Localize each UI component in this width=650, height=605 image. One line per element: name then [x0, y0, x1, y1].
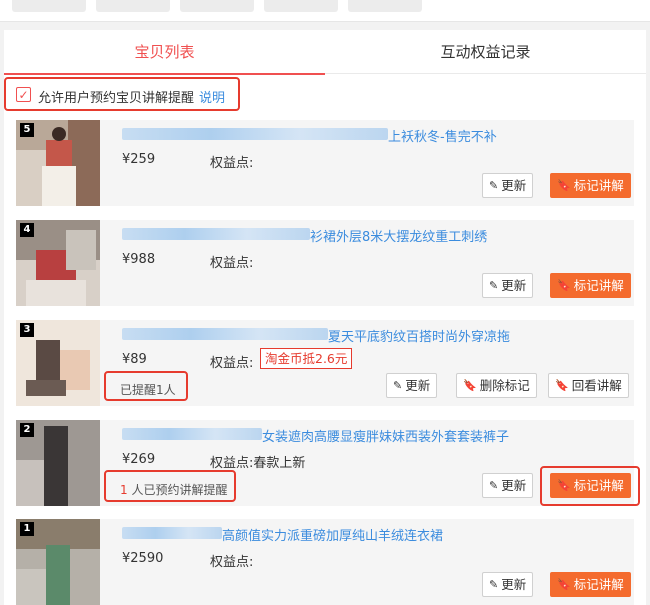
- update-button[interactable]: ✎ 更新: [482, 173, 534, 198]
- product-price: ¥988: [122, 252, 156, 267]
- tab-bar: 宝贝列表 互动权益记录: [4, 30, 646, 75]
- delete-mark-button[interactable]: 🔖 删除标记: [456, 373, 537, 398]
- allow-reminder-highlight: ✓ 允许用户预约宝贝讲解提醒 说明: [4, 77, 240, 111]
- product-item: 5 上袄秋冬-售完不补 ¥259 权益点: ✎ 更新 🔖 标记讲解: [16, 120, 634, 206]
- bookmark-icon: 🔖: [557, 578, 571, 591]
- tab-product-list[interactable]: 宝贝列表: [4, 30, 325, 75]
- rank-badge: 5: [20, 123, 34, 137]
- mark-explain-highlight: [540, 466, 640, 506]
- rights-badge: 淘金币抵2.6元: [260, 348, 353, 369]
- blurred-title-prefix: [122, 228, 310, 240]
- allow-reminder-label: 允许用户预约宝贝讲解提醒: [38, 91, 195, 106]
- replay-explain-button[interactable]: 🔖 回看讲解: [548, 373, 629, 398]
- product-price: ¥259: [122, 152, 156, 167]
- toolbar-tab-stub[interactable]: [348, 0, 422, 12]
- rights-label: 权益点:: [210, 256, 254, 271]
- rights-label: 权益点:春款上新: [210, 456, 306, 471]
- checkmark-icon: ✓: [18, 87, 29, 102]
- product-title[interactable]: 高颜值实力派重磅加厚纯山羊绒连衣裙: [222, 525, 443, 544]
- help-link[interactable]: 说明: [199, 87, 225, 106]
- toolbar-tab-stub[interactable]: [96, 0, 170, 12]
- top-toolbar-strip: [0, 0, 650, 22]
- rights-label: 权益点:: [210, 156, 254, 171]
- product-thumbnail[interactable]: 3: [16, 320, 100, 406]
- product-price: ¥89: [122, 352, 147, 367]
- bookmark-icon: 🔖: [463, 379, 477, 392]
- product-item: 4 衫裙外层8米大摆龙纹重工刺绣 ¥988 权益点: ✎ 更新 🔖 标记讲解: [16, 220, 634, 306]
- rank-badge: 3: [20, 323, 34, 337]
- rights-label: 权益点:: [210, 356, 254, 371]
- mark-explain-button[interactable]: 🔖 标记讲解: [550, 572, 631, 597]
- update-button[interactable]: ✎ 更新: [482, 273, 534, 298]
- toolbar-tab-stub[interactable]: [264, 0, 338, 12]
- bookmark-icon: 🔖: [557, 279, 571, 292]
- product-title[interactable]: 上袄秋冬-售完不补: [388, 126, 497, 145]
- bookmark-icon: 🔖: [555, 379, 569, 392]
- edit-icon: ✎: [489, 479, 499, 492]
- blurred-title-prefix: [122, 527, 222, 539]
- blurred-title-prefix: [122, 428, 262, 440]
- product-thumbnail[interactable]: 4: [16, 220, 100, 306]
- product-item: 1 高颜值实力派重磅加厚纯山羊绒连衣裙 ¥2590 权益点: ✎ 更新 🔖 标记讲解: [16, 519, 634, 605]
- reminded-count-highlight: [104, 371, 188, 401]
- product-price: ¥269: [122, 452, 156, 467]
- update-button[interactable]: ✎ 更新: [482, 572, 534, 597]
- product-thumbnail[interactable]: 5: [16, 120, 100, 206]
- rank-badge: 4: [20, 223, 34, 237]
- edit-icon: ✎: [489, 578, 499, 591]
- toolbar-tab-stub[interactable]: [180, 0, 254, 12]
- blurred-title-prefix: [122, 128, 388, 140]
- update-button[interactable]: ✎ 更新: [386, 373, 438, 398]
- mark-explain-button[interactable]: 🔖 标记讲解: [550, 273, 631, 298]
- rank-badge: 2: [20, 423, 34, 437]
- product-list-panel: 宝贝列表 互动权益记录 ✓ 允许用户预约宝贝讲解提醒 说明 5 上袄秋冬-售完不…: [4, 30, 646, 605]
- edit-icon: ✎: [489, 179, 499, 192]
- product-title[interactable]: 女装遮肉高腰显瘦胖妹妹西装外套套装裤子: [262, 426, 509, 445]
- rights-label: 权益点:: [210, 555, 254, 570]
- mark-explain-button[interactable]: 🔖 标记讲解: [550, 173, 631, 198]
- update-button[interactable]: ✎ 更新: [482, 473, 534, 498]
- product-price: ¥2590: [122, 551, 164, 566]
- edit-icon: ✎: [489, 279, 499, 292]
- allow-reminder-checkbox[interactable]: ✓: [16, 87, 31, 102]
- toolbar-tab-stub[interactable]: [12, 0, 86, 12]
- product-title[interactable]: 衫裙外层8米大摆龙纹重工刺绣: [310, 226, 487, 245]
- tab-interaction-rights-records[interactable]: 互动权益记录: [325, 30, 646, 74]
- product-thumbnail[interactable]: 1: [16, 519, 100, 605]
- product-title[interactable]: 夏天平底豹纹百搭时尚外穿凉拖: [328, 326, 510, 345]
- product-thumbnail[interactable]: 2: [16, 420, 100, 506]
- bookmark-icon: 🔖: [557, 179, 571, 192]
- edit-icon: ✎: [393, 379, 403, 392]
- rank-badge: 1: [20, 522, 34, 536]
- blurred-title-prefix: [122, 328, 328, 340]
- reservation-count-highlight: [104, 470, 236, 502]
